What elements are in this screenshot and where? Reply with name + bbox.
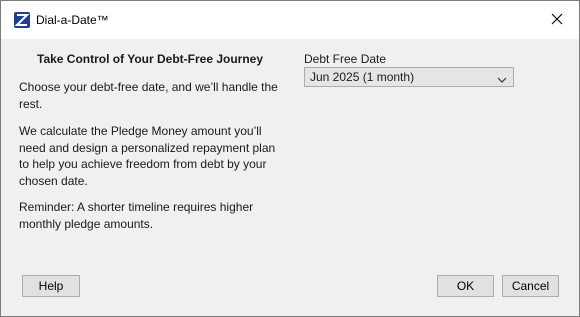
- dialog-window: Dial-a-Date™ Take Control of Your Debt-F…: [0, 0, 580, 317]
- close-button[interactable]: [543, 7, 571, 33]
- pledge-description: We calculate the Pledge Money amount you…: [19, 124, 276, 188]
- chevron-down-icon: [497, 73, 507, 83]
- help-button[interactable]: Help: [22, 275, 80, 297]
- debt-free-date-dropdown[interactable]: Jun 2025 (1 month): [304, 67, 514, 87]
- debt-free-date-label: Debt Free Date: [304, 52, 387, 66]
- ok-button[interactable]: OK: [437, 275, 494, 297]
- dropdown-selected-value: Jun 2025 (1 month): [310, 70, 415, 84]
- dialog-content: Take Control of Your Debt-Free Journey C…: [1, 39, 579, 316]
- app-logo-icon: [14, 12, 30, 28]
- intro-paragraph: Choose your debt-free date, and we’ll ha…: [19, 80, 278, 111]
- close-icon: [551, 13, 563, 28]
- title-bar[interactable]: Dial-a-Date™: [1, 1, 579, 39]
- cancel-button[interactable]: Cancel: [502, 275, 559, 297]
- intro-heading: Take Control of Your Debt-Free Journey: [37, 52, 264, 66]
- window-title: Dial-a-Date™: [36, 13, 109, 27]
- timeline-reminder: Reminder: A shorter timeline requires hi…: [19, 200, 254, 231]
